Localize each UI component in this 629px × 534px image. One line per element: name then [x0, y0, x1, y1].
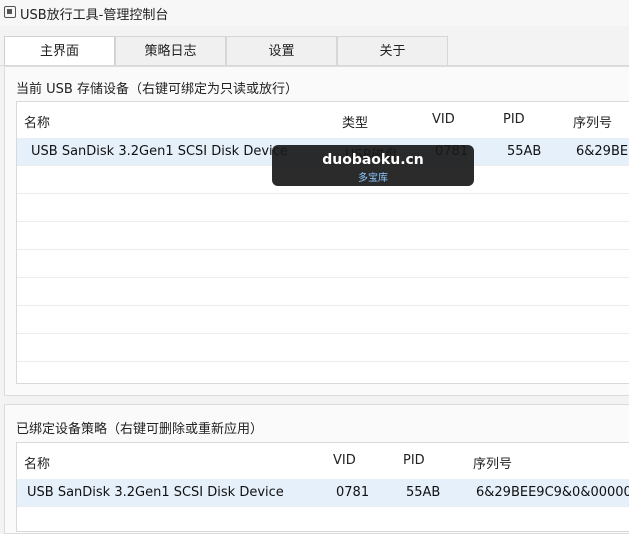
col-serial-header[interactable]: 序列号 — [573, 112, 612, 131]
col-vid-header[interactable]: VID — [333, 453, 356, 468]
policy-name: USB SanDisk 3.2Gen1 SCSI Disk Device — [27, 485, 284, 500]
window-title: USB放行工具-管理控制台 — [20, 8, 169, 23]
watermark-domain: duobaoku.cn — [322, 152, 424, 168]
tab-about[interactable]: 关于 — [337, 36, 448, 66]
tab-settings[interactable]: 设置 — [226, 36, 337, 66]
empty-row — [17, 222, 629, 250]
tab-main[interactable]: 主界面 — [4, 36, 115, 66]
usb-app-icon — [4, 6, 16, 18]
empty-row — [17, 334, 629, 362]
policy-row[interactable]: USB SanDisk 3.2Gen1 SCSI Disk Device 078… — [17, 479, 629, 507]
device-name: USB SanDisk 3.2Gen1 SCSI Disk Device — [31, 144, 288, 159]
current-devices-title: 当前 USB 存储设备（右键可绑定为只读或放行） — [16, 82, 298, 97]
empty-row — [17, 306, 629, 334]
bound-policies-title: 已绑定设备策略（右键可删除或重新应用） — [16, 422, 264, 437]
policy-vid: 0781 — [336, 485, 370, 500]
current-devices-list[interactable]: 名称 类型 VID PID 序列号 USB SanDisk 3.2Gen1 SC… — [16, 101, 629, 384]
policy-pid: 55AB — [406, 485, 441, 500]
col-vid-header[interactable]: VID — [432, 112, 455, 127]
col-name-header[interactable]: 名称 — [24, 453, 50, 472]
watermark-badge: duobaoku.cn 多宝库 — [272, 145, 474, 186]
policy-serial: 6&29BEE9C9&0&000000 — [476, 485, 629, 500]
empty-row — [17, 250, 629, 278]
watermark-caption: 多宝库 — [358, 173, 388, 184]
bound-policies-header: 名称 VID PID 序列号 — [17, 443, 629, 480]
col-type-header[interactable]: 类型 — [342, 112, 368, 131]
device-serial: 6&29BEE — [576, 144, 629, 159]
col-serial-header[interactable]: 序列号 — [473, 453, 512, 472]
col-pid-header[interactable]: PID — [503, 112, 525, 127]
title-bar: USB放行工具-管理控制台 — [0, 0, 629, 26]
empty-row — [17, 278, 629, 306]
bound-policies-list[interactable]: 名称 VID PID 序列号 USB SanDisk 3.2Gen1 SCSI … — [16, 442, 629, 532]
current-devices-header: 名称 类型 VID PID 序列号 — [17, 102, 629, 139]
col-name-header[interactable]: 名称 — [24, 112, 50, 131]
col-pid-header[interactable]: PID — [403, 453, 425, 468]
device-pid: 55AB — [507, 144, 542, 159]
tab-policy-log[interactable]: 策略日志 — [115, 36, 226, 66]
empty-row — [17, 194, 629, 222]
